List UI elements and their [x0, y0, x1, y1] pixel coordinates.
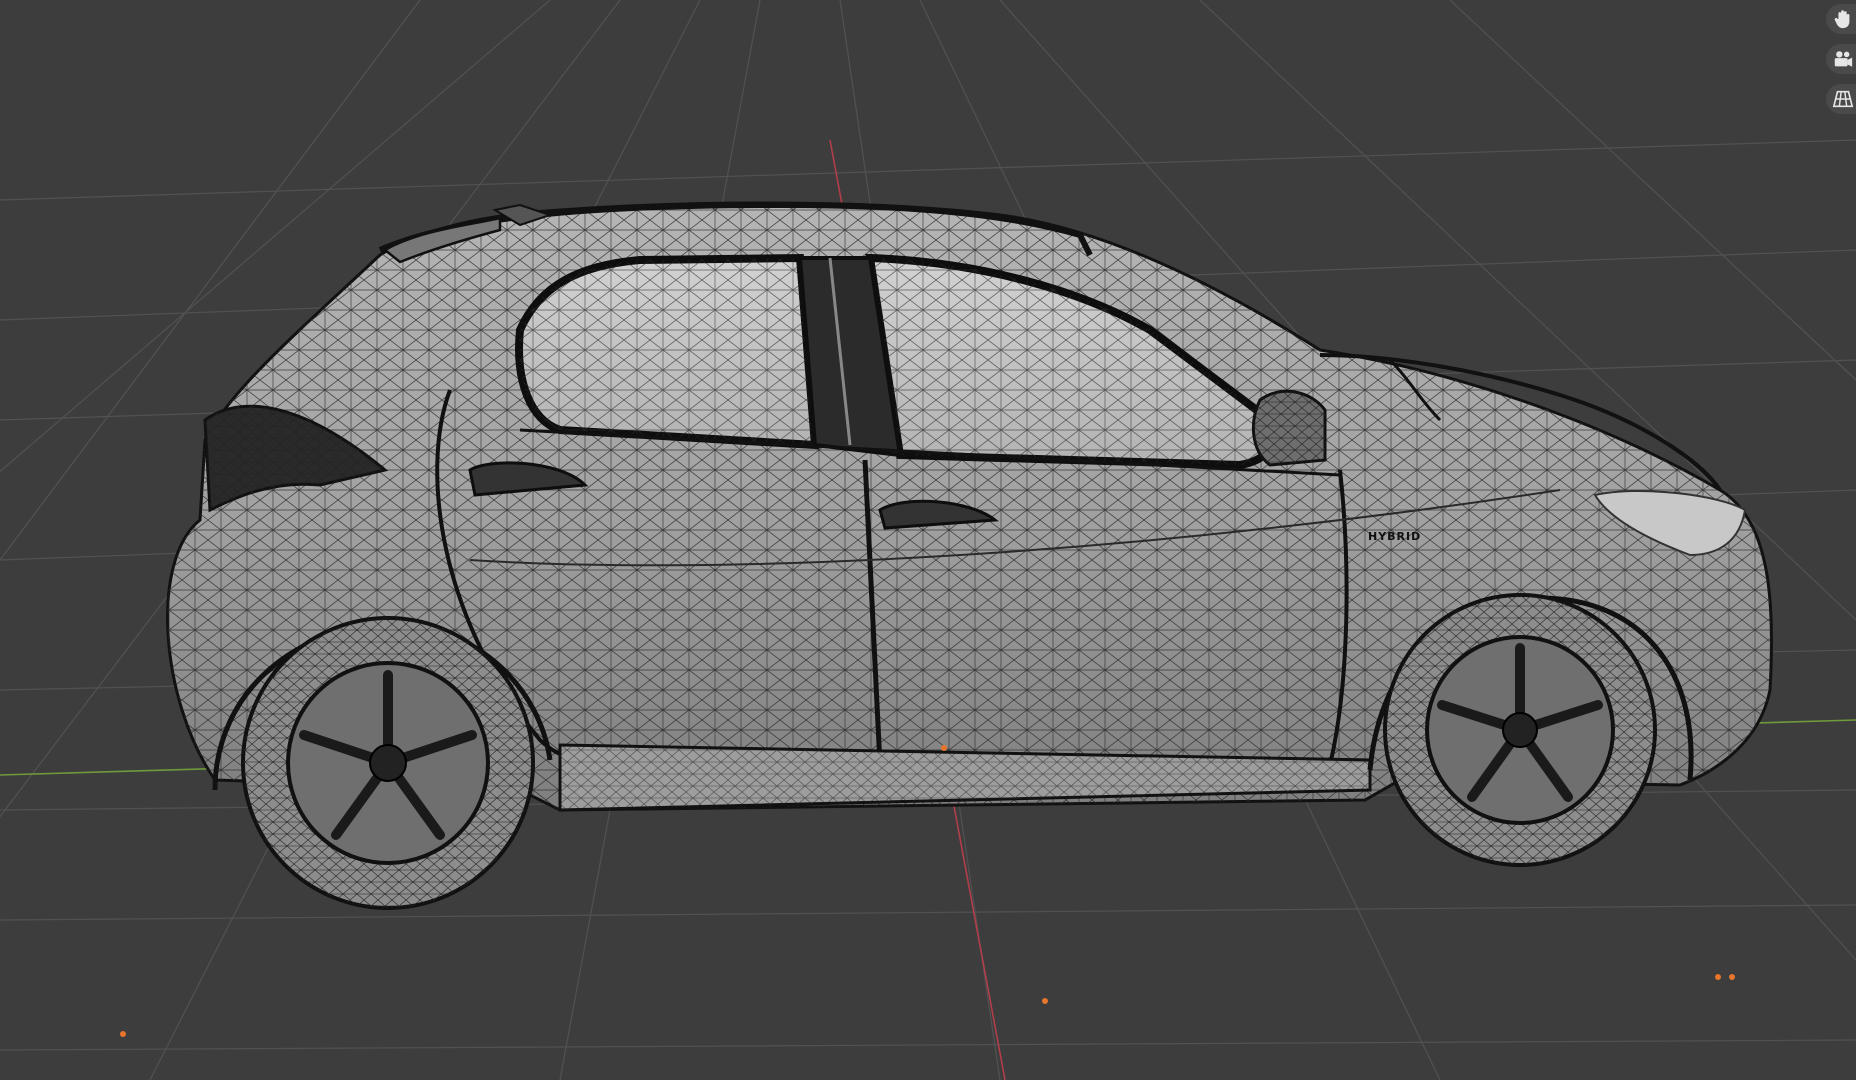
hybrid-badge: HYBRID	[1368, 530, 1421, 543]
perspective-grid-icon	[1832, 90, 1854, 108]
origin-point	[120, 1031, 126, 1037]
camera-icon	[1834, 51, 1853, 67]
hand-pan-icon	[1834, 10, 1850, 29]
origin-point	[1729, 974, 1735, 980]
rear-wheel[interactable]	[241, 616, 535, 910]
front-wheel[interactable]	[1383, 593, 1657, 867]
perspective-toggle-button[interactable]	[1826, 84, 1856, 114]
camera-view-button[interactable]	[1826, 44, 1856, 74]
navigation-gizmo	[1826, 4, 1856, 114]
3d-viewport[interactable]: HYBRID	[0, 0, 1856, 1080]
origin-point	[941, 745, 947, 751]
viewport-scene[interactable]: HYBRID	[0, 0, 1856, 1080]
origin-point	[1715, 974, 1721, 980]
origin-point	[1042, 998, 1048, 1004]
pan-view-button[interactable]	[1826, 4, 1856, 34]
